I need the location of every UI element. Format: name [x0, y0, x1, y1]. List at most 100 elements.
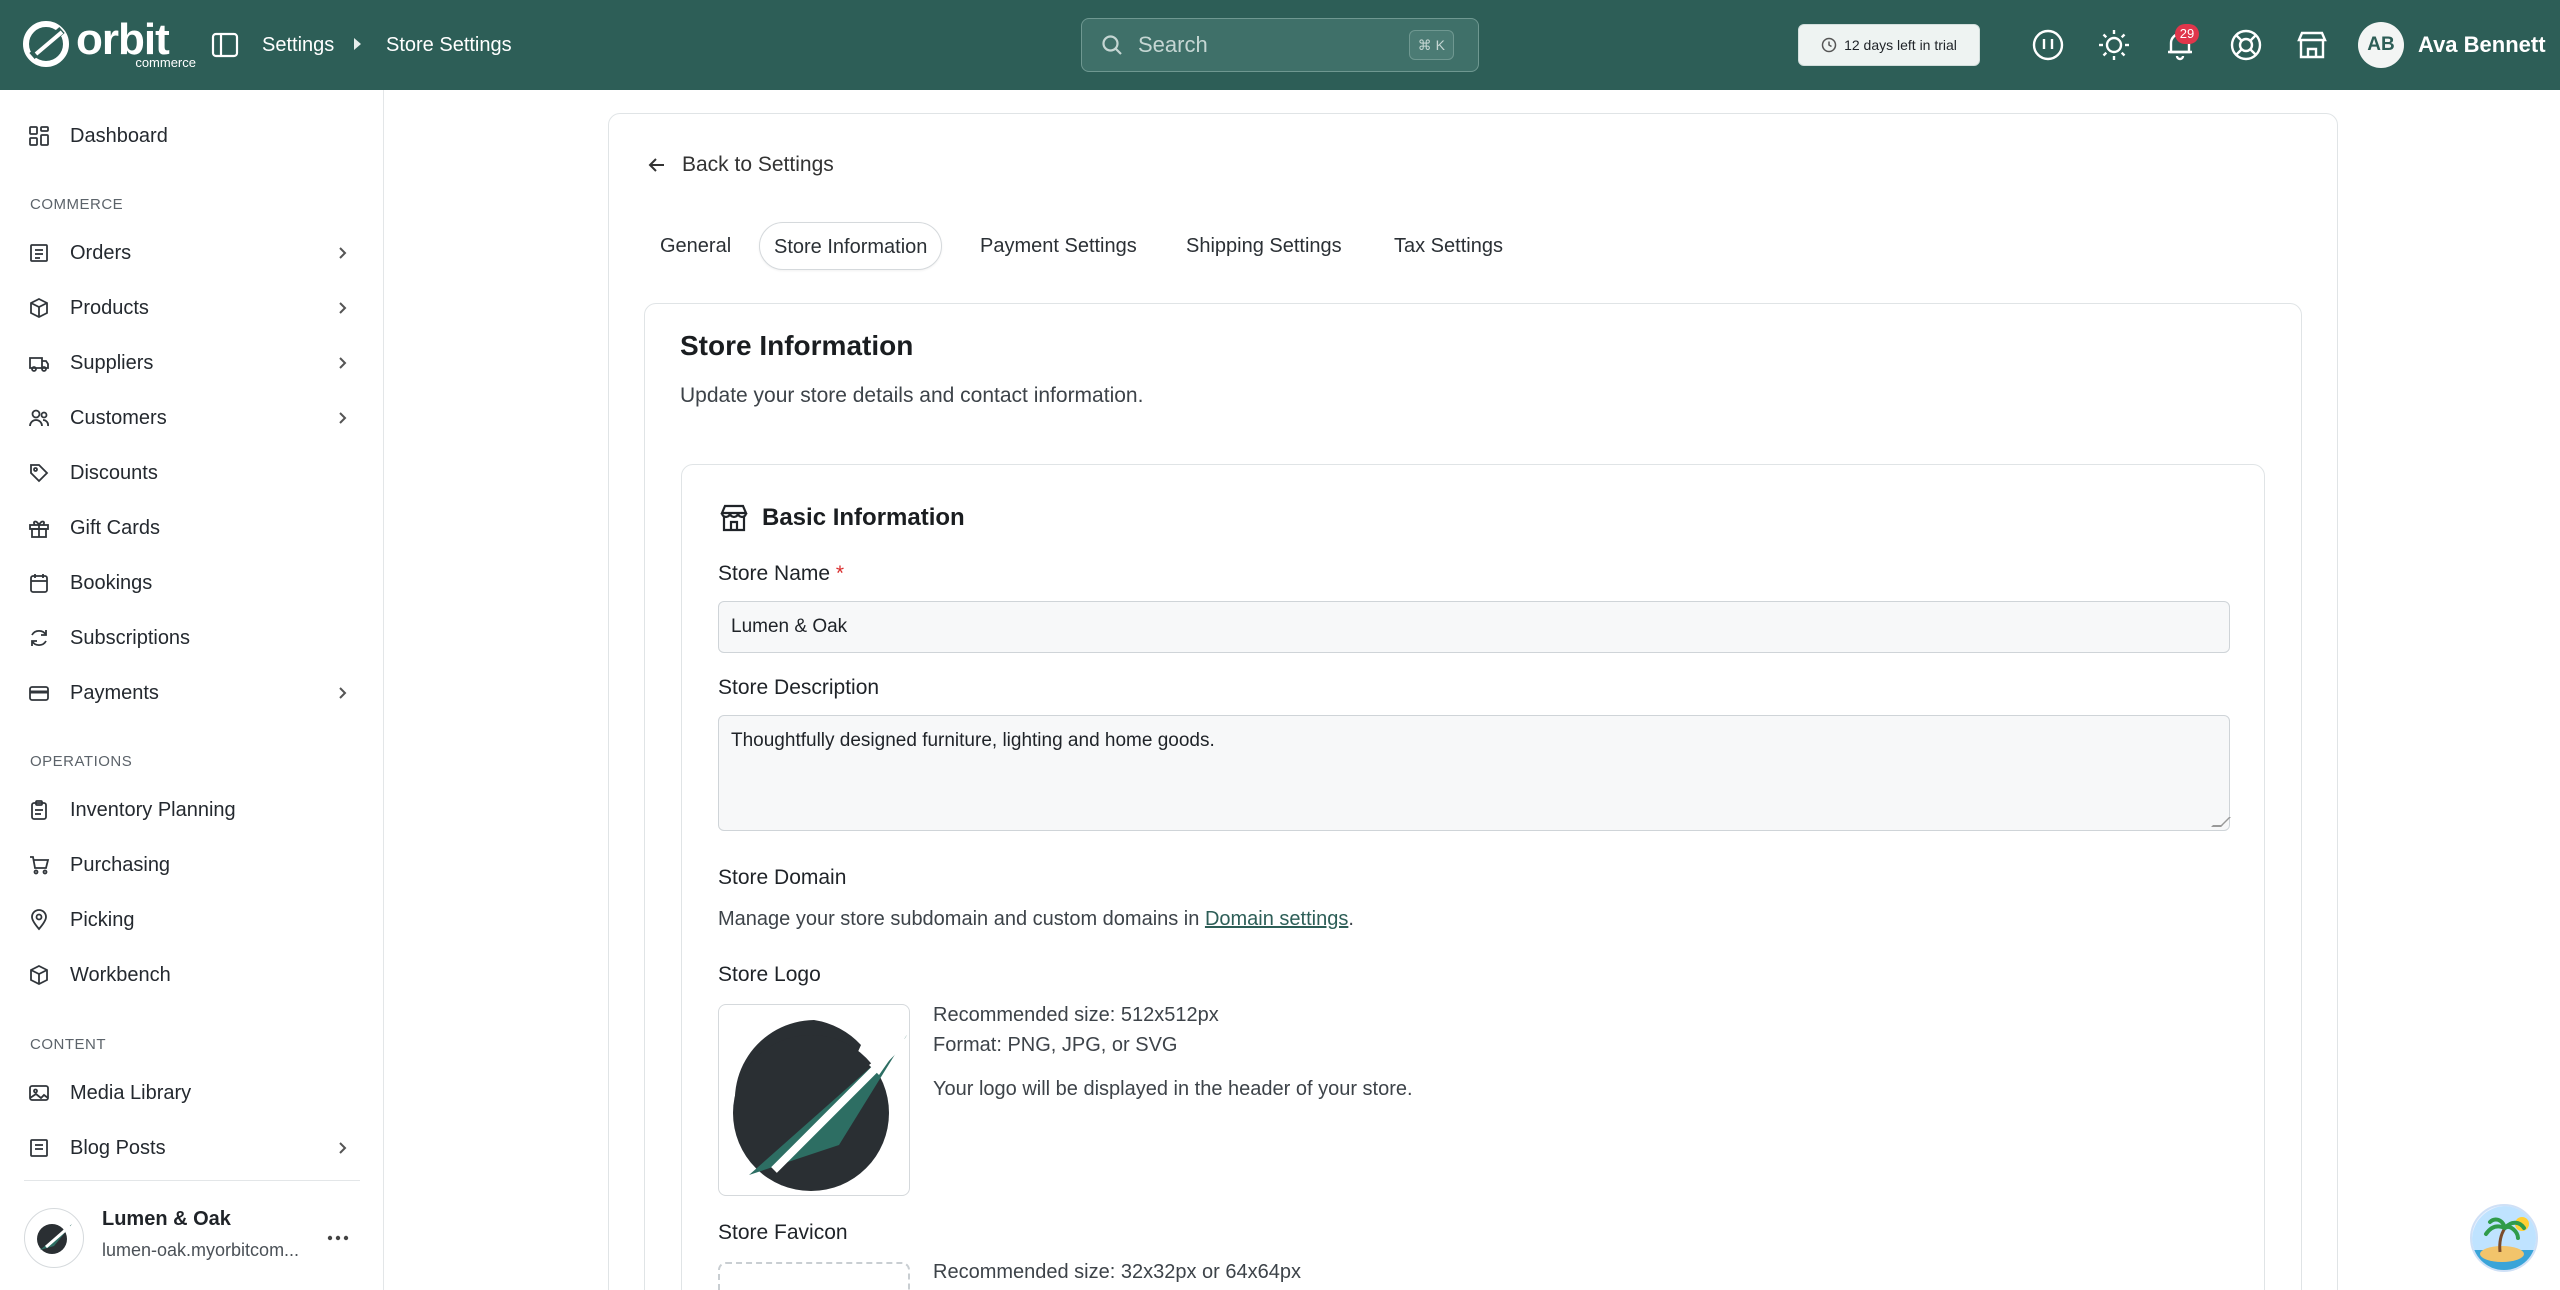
chevron-right-icon: [339, 247, 347, 259]
island-avatar-icon: [2472, 1206, 2536, 1270]
sidebar-item-purchasing[interactable]: Purchasing: [0, 840, 384, 890]
store-switcher[interactable]: Lumen & Oak lumen-oak.myorbitcom...: [24, 1202, 360, 1278]
sidebar-section-operations: OPERATIONS: [30, 753, 133, 770]
sidebar-item-customers[interactable]: Customers: [0, 393, 384, 443]
store-domain-label: Store Domain: [718, 866, 847, 889]
sidebar-item-discounts[interactable]: Discounts: [0, 448, 384, 498]
sidebar-item-media-library[interactable]: Media Library: [0, 1068, 384, 1118]
sidebar-item-products[interactable]: Products: [0, 283, 384, 333]
store-description-value: Thoughtfully designed furniture, lightin…: [731, 730, 1215, 751]
breadcrumb-settings[interactable]: Settings: [262, 30, 334, 60]
chevron-right-icon: [339, 412, 347, 424]
sidebar-item-label: Workbench: [70, 964, 171, 986]
domain-help-prefix: Manage your store subdomain and custom d…: [718, 908, 1205, 930]
notifications-count-badge: 29: [2175, 24, 2199, 44]
store-name-input[interactable]: Lumen & Oak: [718, 601, 2230, 653]
sidebar-toggle-icon[interactable]: [210, 30, 240, 60]
brand-wordmark: orbit commerce: [76, 18, 196, 70]
search-icon: [1102, 35, 1122, 55]
theme-sun-icon[interactable]: [2096, 27, 2132, 63]
breadcrumb-current: Store Settings: [386, 34, 512, 56]
sidebar-item-workbench[interactable]: Workbench: [0, 950, 384, 1000]
gift-icon: [29, 520, 49, 538]
back-to-settings-link[interactable]: Back to Settings: [646, 150, 834, 180]
tab-general[interactable]: General: [646, 222, 745, 270]
sidebar-item-blog-posts[interactable]: Blog Posts: [0, 1123, 384, 1173]
logo-size-hint: Recommended size: 512x512px: [933, 1004, 1219, 1026]
sidebar-item-subscriptions[interactable]: Subscriptions: [0, 613, 384, 663]
top-bar: orbit commerce Settings Store Settings S…: [0, 0, 2560, 90]
products-icon: [30, 297, 48, 319]
basic-information-card: [681, 464, 2265, 1290]
store-name: Lumen & Oak: [102, 1208, 231, 1230]
domain-help-suffix: .: [1348, 908, 1354, 930]
sidebar-item-inventory-planning[interactable]: Inventory Planning: [0, 785, 384, 835]
required-marker: *: [835, 562, 845, 585]
sidebar-item-dashboard[interactable]: Dashboard: [0, 111, 384, 161]
map-pin-icon: [31, 909, 47, 931]
clipboard-icon: [31, 800, 47, 820]
more-options-icon[interactable]: [324, 1224, 352, 1252]
logo-format-hint: Format: PNG, JPG, or SVG: [933, 1034, 1178, 1056]
search-shortcut-badge: ⌘ K: [1408, 30, 1454, 60]
tab-shipping-settings[interactable]: Shipping Settings: [1172, 222, 1356, 270]
sidebar-item-picking[interactable]: Picking: [0, 895, 384, 945]
sidebar-section-commerce: COMMERCE: [30, 196, 124, 213]
tab-payment-settings[interactable]: Payment Settings: [966, 222, 1151, 270]
store-favicon-label: Store Favicon: [718, 1221, 848, 1244]
domain-settings-link[interactable]: Domain settings: [1205, 908, 1348, 930]
store-logo-icon: [37, 1224, 72, 1254]
sidebar-section-content: CONTENT: [30, 1036, 106, 1053]
favicon-upload-dropzone[interactable]: [718, 1262, 910, 1290]
back-label: Back to Settings: [682, 153, 834, 176]
basic-information-title: Basic Information: [762, 504, 965, 531]
favicon-size-hint: Recommended size: 32x32px or 64x64px: [933, 1261, 1301, 1283]
brand-subtitle: commerce: [135, 55, 196, 70]
chevron-right-icon: [339, 302, 347, 314]
search-input[interactable]: Search ⌘ K: [1081, 18, 1479, 72]
store-description-label: Store Description: [718, 676, 880, 699]
sidebar: Dashboard COMMERCE Orders Products Suppl…: [0, 90, 384, 1290]
chevron-right-icon: [339, 687, 347, 699]
storefront-icon[interactable]: [2294, 27, 2330, 63]
sidebar-item-suppliers[interactable]: Suppliers: [0, 338, 384, 388]
sidebar-item-gift-cards[interactable]: Gift Cards: [0, 503, 384, 553]
sidebar-item-orders[interactable]: Orders: [0, 228, 384, 278]
user-avatar[interactable]: AB: [2358, 22, 2404, 68]
store-description-textarea[interactable]: Thoughtfully designed furniture, lightin…: [718, 715, 2231, 831]
store-url: lumen-oak.myorbitcom...: [102, 1240, 300, 1260]
sidebar-item-label: Customers: [70, 407, 167, 429]
orders-icon: [30, 244, 48, 262]
breadcrumb-separator-icon: [354, 38, 361, 50]
store-logo-label: Store Logo: [718, 963, 821, 986]
sidebar-item-label: Discounts: [70, 462, 158, 484]
sidebar-item-label: Subscriptions: [70, 627, 191, 649]
orbit-logo-icon: [23, 21, 69, 67]
resize-handle-icon[interactable]: [2211, 817, 2231, 827]
tab-store-information[interactable]: Store Information: [759, 222, 943, 270]
sidebar-item-label: Blog Posts: [70, 1137, 166, 1159]
sidebar-item-label: Orders: [70, 242, 132, 264]
store-logo-image: [733, 1020, 908, 1191]
sidebar-item-bookings[interactable]: Bookings: [0, 558, 384, 608]
store-icon: [720, 504, 748, 532]
image-icon: [29, 1085, 49, 1101]
sidebar-item-label: Dashboard: [70, 125, 168, 147]
sidebar-item-label: Suppliers: [70, 352, 154, 374]
refresh-icon: [31, 629, 47, 647]
feedback-icon[interactable]: [2030, 27, 2066, 63]
assistant-chat-button[interactable]: [2470, 1204, 2538, 1272]
cart-icon: [30, 856, 50, 875]
trial-badge[interactable]: 12 days left in trial: [1798, 24, 1980, 66]
tab-tax-settings[interactable]: Tax Settings: [1380, 222, 1517, 270]
brand-logo[interactable]: orbit commerce: [22, 18, 196, 70]
chevron-right-icon: [339, 1142, 347, 1154]
suppliers-icon: [29, 357, 49, 372]
store-logo-preview[interactable]: [718, 1004, 910, 1196]
search-placeholder: Search: [1138, 32, 1208, 57]
chevron-right-icon: [339, 357, 347, 369]
sidebar-item-payments[interactable]: Payments: [0, 668, 384, 718]
user-name[interactable]: Ava Bennett: [2418, 30, 2546, 60]
help-lifebuoy-icon[interactable]: [2228, 27, 2264, 63]
page-title: Store Information: [680, 330, 914, 361]
